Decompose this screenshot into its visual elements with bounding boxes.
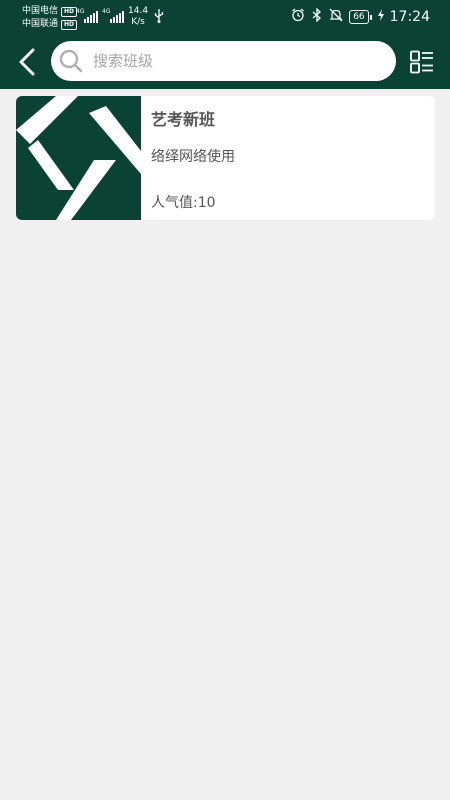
speed-unit: K/s [131,17,145,27]
hd-badge: HD [61,6,78,17]
carrier-2-label: 中国联通 [22,19,59,29]
hd-badge: HD [61,19,78,30]
search-icon [59,49,83,73]
clock: 17:24 [389,9,430,25]
class-popularity: 人气值:10 [151,195,216,211]
search-input[interactable] [91,51,375,71]
back-button[interactable] [10,45,44,79]
class-description: 络绎网络使用 [151,149,235,165]
status-right-icons: 66 17:24 [291,7,430,26]
class-logo-icon [16,96,141,220]
network-speed: 14.4 K/s [128,6,148,28]
signal-icon: 4G [76,9,98,23]
class-info: 艺考新班 络绎网络使用 人气值:10 [141,96,435,220]
search-bar[interactable] [51,41,396,81]
class-title: 艺考新班 [151,110,216,129]
chevron-left-icon [19,48,35,76]
alarm-icon [291,8,305,26]
carrier-info: 中国电信 HD 中国联通 HD [22,5,78,31]
signal-icon: 4G [102,9,124,23]
signal-indicators: 4G 4G [76,9,124,23]
status-bar: 中国电信 HD 中国联通 HD 4G 4G 14.4 K/s 66 17:24 [0,0,450,36]
list-view-icon [410,50,433,74]
class-card[interactable]: 艺考新班 络绎网络使用 人气值:10 [16,96,435,220]
speed-value: 14.4 [128,6,149,16]
bluetooth-icon [311,7,323,26]
battery-icon: 66 [349,10,372,24]
mute-icon [329,8,343,26]
carrier-1-label: 中国电信 [22,6,59,16]
charging-icon [377,9,384,25]
app-header [0,36,450,89]
usb-icon [154,9,164,26]
battery-level: 66 [349,10,369,24]
list-view-button[interactable] [406,46,438,78]
